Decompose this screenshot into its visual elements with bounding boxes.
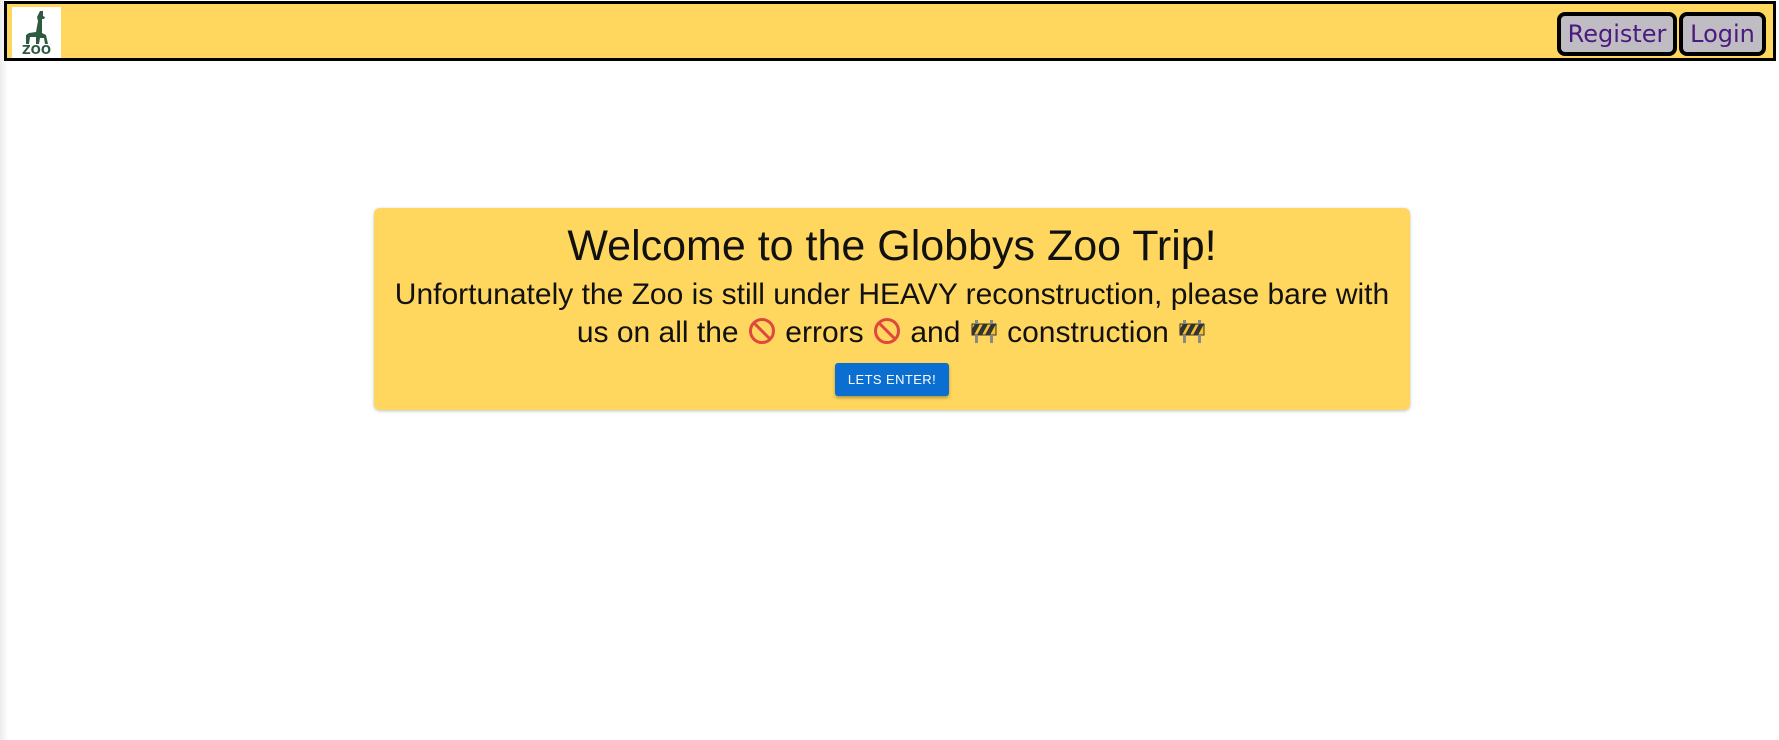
- logo-text: ZOO: [22, 43, 51, 57]
- prohibited-icon: [748, 318, 775, 344]
- welcome-message: Unfortunately the Zoo is still under HEA…: [394, 276, 1390, 352]
- lets-enter-button[interactable]: LETS ENTER!: [835, 363, 949, 396]
- welcome-title: Welcome to the Globbys Zoo Trip!: [567, 222, 1217, 270]
- construction-barrier-icon: [971, 320, 997, 343]
- login-button[interactable]: Login: [1679, 12, 1766, 56]
- message-text-3: and: [910, 316, 961, 349]
- giraffe-zoo-logo-icon: ZOO: [22, 11, 51, 57]
- register-button[interactable]: Register: [1557, 12, 1677, 56]
- prohibited-icon: [873, 318, 900, 344]
- message-text-2: errors: [785, 316, 864, 349]
- top-navbar: ZOO Register Login: [4, 1, 1776, 61]
- construction-barrier-icon: [1179, 320, 1205, 343]
- page-edge-shade: [0, 0, 8, 740]
- welcome-card: Welcome to the Globbys Zoo Trip! Unfortu…: [374, 208, 1410, 410]
- message-text-4: construction: [1007, 316, 1169, 349]
- zoo-logo[interactable]: ZOO: [12, 7, 61, 58]
